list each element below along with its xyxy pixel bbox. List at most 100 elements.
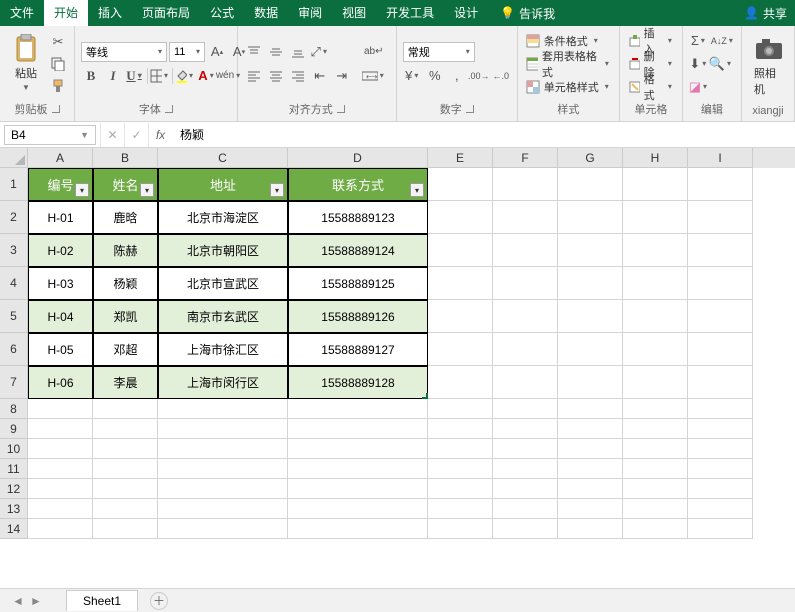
cell[interactable] xyxy=(558,333,623,366)
dialog-launcher[interactable] xyxy=(466,105,474,113)
borders-button[interactable]: ▾ xyxy=(150,66,170,86)
cell[interactable] xyxy=(493,459,558,479)
filter-button[interactable]: ▾ xyxy=(410,183,424,197)
fill-color-button[interactable]: ▾ xyxy=(175,66,195,86)
cell[interactable] xyxy=(493,168,558,201)
cell[interactable] xyxy=(428,267,493,300)
cell[interactable] xyxy=(428,519,493,539)
align-center-button[interactable] xyxy=(266,66,286,86)
cell[interactable]: 南京市玄武区 xyxy=(158,300,288,333)
dialog-launcher[interactable] xyxy=(52,105,60,113)
clear-button[interactable]: ◪▾ xyxy=(689,77,709,97)
row-header[interactable]: 14 xyxy=(0,519,28,539)
cell[interactable]: 郑凯 xyxy=(93,300,158,333)
row-header[interactable]: 10 xyxy=(0,439,28,459)
sheet-nav-next[interactable]: ► xyxy=(28,593,44,609)
column-header[interactable]: H xyxy=(623,148,688,168)
underline-button[interactable]: U▾ xyxy=(125,66,145,86)
cell[interactable] xyxy=(623,479,688,499)
fx-button[interactable]: fx xyxy=(148,123,172,147)
cut-button[interactable]: ✂ xyxy=(48,32,68,52)
cell[interactable]: H-04 xyxy=(28,300,93,333)
cell[interactable] xyxy=(493,419,558,439)
column-header[interactable]: B xyxy=(93,148,158,168)
sheet-nav-prev[interactable]: ◄ xyxy=(10,593,26,609)
camera-button[interactable]: 照相机 xyxy=(748,33,788,99)
cell[interactable]: 上海市闵行区 xyxy=(158,366,288,399)
cell[interactable] xyxy=(288,499,428,519)
cell[interactable] xyxy=(428,300,493,333)
cell[interactable] xyxy=(428,459,493,479)
cell[interactable] xyxy=(28,519,93,539)
cell[interactable] xyxy=(288,519,428,539)
cells-area[interactable]: 编号▾姓名▾地址▾联系方式▾H-01鹿晗北京市海淀区15588889123H-0… xyxy=(28,168,795,539)
cell[interactable]: 地址▾ xyxy=(158,168,288,201)
cell[interactable]: 联系方式▾ xyxy=(288,168,428,201)
cell[interactable] xyxy=(493,519,558,539)
column-header[interactable]: D xyxy=(288,148,428,168)
enter-button[interactable]: ✓ xyxy=(124,123,148,147)
row-header[interactable]: 1 xyxy=(0,168,28,201)
cell[interactable] xyxy=(623,234,688,267)
cell[interactable] xyxy=(93,439,158,459)
menu-review[interactable]: 审阅 xyxy=(288,0,332,26)
cell[interactable] xyxy=(558,419,623,439)
align-bottom-button[interactable] xyxy=(288,42,308,62)
cell[interactable]: 北京市朝阳区 xyxy=(158,234,288,267)
cell[interactable] xyxy=(688,168,753,201)
cell[interactable] xyxy=(28,419,93,439)
comma-button[interactable]: , xyxy=(447,66,467,86)
cell[interactable] xyxy=(623,267,688,300)
cell[interactable] xyxy=(288,419,428,439)
phonetic-button[interactable]: wén▾ xyxy=(219,66,239,86)
cell[interactable] xyxy=(558,300,623,333)
cell[interactable] xyxy=(558,366,623,399)
cell[interactable] xyxy=(688,201,753,234)
share-button[interactable]: 👤 共享 xyxy=(736,5,795,22)
row-header[interactable]: 9 xyxy=(0,419,28,439)
cell[interactable]: 15588889123 xyxy=(288,201,428,234)
format-cells-button[interactable]: 格式▾ xyxy=(626,77,676,97)
cell[interactable] xyxy=(428,479,493,499)
column-header[interactable]: E xyxy=(428,148,493,168)
cancel-button[interactable]: ✕ xyxy=(100,123,124,147)
cell-styles-button[interactable]: 单元格样式▾ xyxy=(524,77,613,97)
filter-button[interactable]: ▾ xyxy=(75,183,89,197)
cell[interactable] xyxy=(158,459,288,479)
row-header[interactable]: 5 xyxy=(0,300,28,333)
cell[interactable] xyxy=(28,479,93,499)
cell[interactable] xyxy=(28,459,93,479)
cell[interactable] xyxy=(688,399,753,419)
column-header[interactable]: C xyxy=(158,148,288,168)
cell[interactable] xyxy=(558,168,623,201)
dialog-launcher[interactable] xyxy=(165,105,173,113)
column-header[interactable]: I xyxy=(688,148,753,168)
cell[interactable]: 李晨 xyxy=(93,366,158,399)
menu-pagelayout[interactable]: 页面布局 xyxy=(132,0,200,26)
font-color-button[interactable]: A▾ xyxy=(197,66,217,86)
cell[interactable] xyxy=(158,439,288,459)
wrap-text-button[interactable]: ab↵ xyxy=(358,42,390,62)
cell[interactable] xyxy=(158,499,288,519)
cell[interactable] xyxy=(493,234,558,267)
font-size-combo[interactable]: 11▾ xyxy=(169,42,205,62)
menu-home[interactable]: 开始 xyxy=(44,0,88,26)
filter-button[interactable]: ▾ xyxy=(140,183,154,197)
cell[interactable] xyxy=(93,499,158,519)
cell[interactable]: 邓超 xyxy=(93,333,158,366)
cell[interactable] xyxy=(688,419,753,439)
filter-button[interactable]: ▾ xyxy=(270,183,284,197)
cell[interactable] xyxy=(623,366,688,399)
menu-insert[interactable]: 插入 xyxy=(88,0,132,26)
cell[interactable] xyxy=(428,499,493,519)
paste-button[interactable]: 粘贴 ▼ xyxy=(6,33,46,94)
increase-font-button[interactable]: A▴ xyxy=(207,42,227,62)
number-format-combo[interactable]: 常规▾ xyxy=(403,42,475,62)
row-header[interactable]: 13 xyxy=(0,499,28,519)
cell[interactable] xyxy=(428,439,493,459)
cell[interactable]: H-02 xyxy=(28,234,93,267)
cell[interactable] xyxy=(93,419,158,439)
accounting-format-button[interactable]: ¥▾ xyxy=(403,66,423,86)
italic-button[interactable]: I xyxy=(103,66,123,86)
increase-indent-button[interactable]: ⇥ xyxy=(332,66,352,86)
